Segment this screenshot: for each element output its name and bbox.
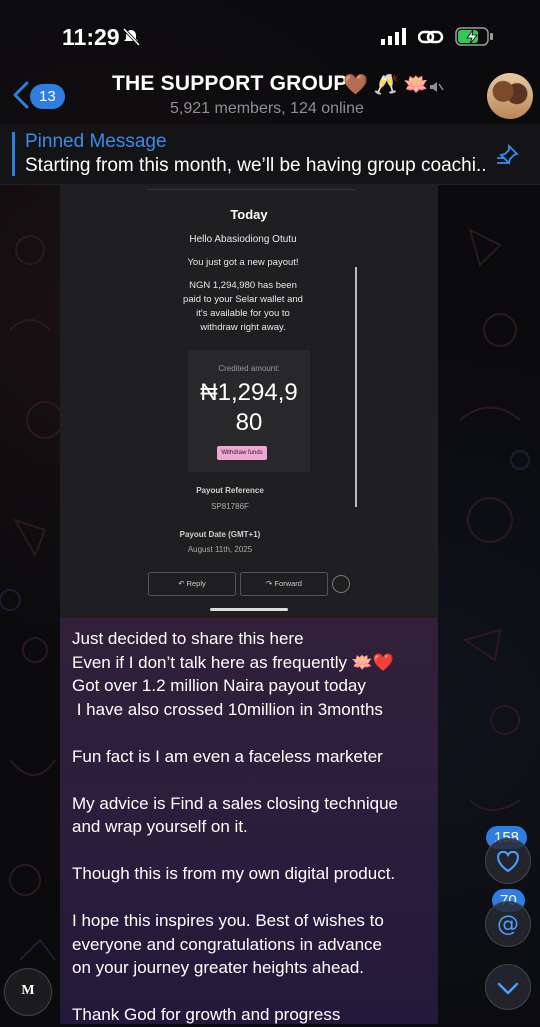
email-emoji-icon <box>332 575 350 593</box>
email-body-line: it's available for you to <box>196 308 290 319</box>
email-reply-button: ↶ Reply <box>148 572 236 596</box>
pinned-message-bar[interactable]: Pinned Message Starting from this month,… <box>0 124 540 185</box>
payout-date-label: Payout Date (GMT+1) <box>179 530 261 539</box>
credited-label: Credited amount: <box>218 364 280 373</box>
payout-date-value: August 11th, 2025 <box>187 545 253 554</box>
reply-label: Reply <box>186 579 206 588</box>
clock: 11:29 <box>62 24 120 50</box>
at-sign-icon: @ <box>497 912 519 937</box>
payout-reference-value: SP81786F <box>211 502 249 511</box>
email-date-header: Today <box>230 207 268 222</box>
title-emojis: 🤎 🥂 🪷 <box>343 74 429 96</box>
email-body-line: paid to your Selar wallet and <box>183 294 303 305</box>
pinned-label: Pinned Message <box>25 131 167 152</box>
credited-amount: ₦1,294,9 80 <box>188 378 310 438</box>
silent-bell-icon <box>122 27 141 47</box>
credited-amount-card: Credited amount: ₦1,294,9 80 Withdraw fu… <box>188 350 310 472</box>
home-indicator <box>210 608 288 611</box>
chevron-down-icon <box>497 982 519 995</box>
credited-amount-line1: ₦1,294,9 <box>200 379 298 406</box>
sender-logo-text: M <box>21 983 35 998</box>
battery-charging-icon <box>455 27 493 46</box>
email-forward-button: ↷ Forward <box>240 572 328 596</box>
message-text: Just decided to share this here Even if … <box>72 629 398 1024</box>
muted-icon <box>430 82 444 92</box>
withdraw-funds-button: Withdraw funds <box>217 446 267 460</box>
email-screenshot: Today Hello Abasiodiong Otutu You just g… <box>60 184 438 618</box>
svg-text:@: @ <box>497 912 519 937</box>
payout-reference-label: Payout Reference <box>196 486 264 495</box>
chevron-left-icon <box>13 81 29 109</box>
unread-count-badge: 13 <box>30 84 65 109</box>
email-greeting: Hello Abasiodiong Otutu <box>189 234 297 245</box>
pinned-list-icon[interactable] <box>495 144 521 166</box>
sender-avatar[interactable]: M <box>4 968 52 1016</box>
chat-header: 13 THE SUPPORT GROUP 🤎 🥂 🪷 5,921 members… <box>0 60 540 124</box>
forward-label: Forward <box>274 579 302 588</box>
mentions-button[interactable]: @ <box>485 901 531 947</box>
email-top-toolbar <box>146 184 356 190</box>
group-avatar[interactable] <box>487 73 533 119</box>
message-bubble[interactable]: Just decided to share this here Even if … <box>60 618 438 1024</box>
email-line1: You just got a new payout! <box>187 257 299 268</box>
reactions-button[interactable] <box>485 838 531 884</box>
email-body-line: withdraw right away. <box>200 322 286 333</box>
cellular-signal-icon <box>381 28 406 45</box>
message-image[interactable]: Today Hello Abasiodiong Otutu You just g… <box>60 184 438 618</box>
heart-icon <box>497 850 519 873</box>
personal-hotspot-icon <box>418 30 444 44</box>
credited-amount-line2: 80 <box>235 409 263 436</box>
group-title[interactable]: THE SUPPORT GROUP <box>112 72 348 96</box>
email-body-line: NGN 1,294,980 has been <box>189 280 297 291</box>
email-scroll-indicator <box>355 267 357 507</box>
scroll-down-button[interactable] <box>485 964 531 1010</box>
group-member-count: 5,921 members, 124 online <box>170 100 364 117</box>
pinned-text: Starting from this month, we’ll be havin… <box>25 155 487 176</box>
pinned-indicator <box>12 132 15 176</box>
